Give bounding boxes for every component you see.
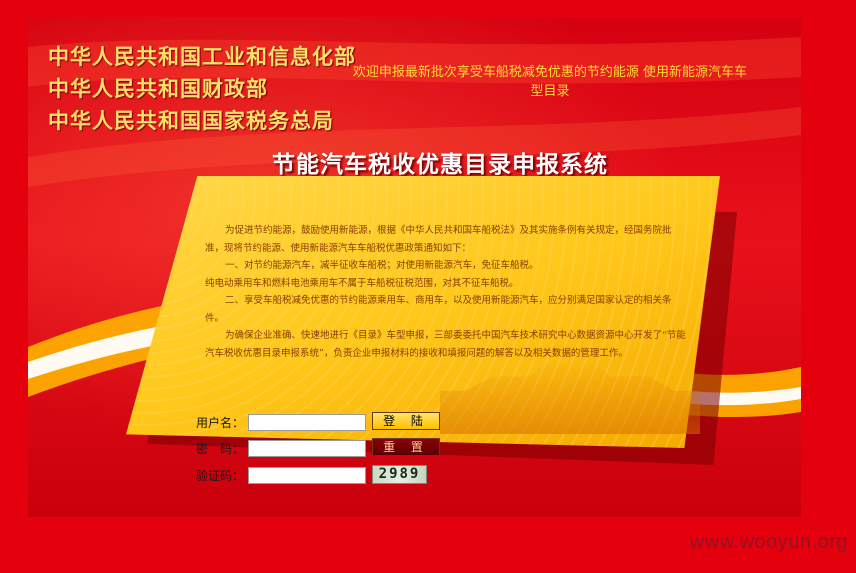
username-label: 用户名： — [196, 416, 245, 430]
policy-notice: 为促进节约能源，鼓励使用新能源，根据《中华人民共和国车船税法》及其实施条例有关规… — [205, 222, 687, 362]
login-button[interactable]: 登 陆 — [372, 412, 440, 430]
org-name-sat: 中华人民共和国国家税务总局 — [48, 109, 334, 133]
captcha-label: 验证码： — [196, 469, 245, 483]
notice-paragraph: 为确保企业准确、快速地进行《目录》车型申报，三部委委托中国汽车技术研究中心数据资… — [205, 330, 686, 359]
system-title: 节能汽车税收优惠目录申报系统 — [272, 152, 608, 178]
notice-paragraph: 二、享受车船税减免优惠的节约能源乘用车、商用车，以及使用新能源汽车，应分别满足国… — [205, 295, 672, 324]
notice-paragraph: 一、对节约能源汽车，减半征收车船税；对使用新能源汽车，免征车船税。 — [224, 260, 539, 271]
org-name-mof: 中华人民共和国财政部 — [48, 77, 268, 101]
welcome-message: 欢迎申报最新批次享受车船税减免优惠的节约能源 使用新能源汽车车型目录 — [352, 65, 748, 99]
notice-paragraph: 纯电动乘用车和燃料电池乘用车不属于车船税征税范围，对其不征车船税。 — [205, 277, 519, 289]
notice-paragraph: 为促进节约能源，鼓励使用新能源，根据《中华人民共和国车船税法》及其实施条例有关规… — [205, 225, 672, 254]
watermark: www.wooyun.org — [689, 531, 848, 553]
captcha-image[interactable]: 2989 — [372, 465, 427, 484]
password-label: 密 码： — [196, 442, 245, 456]
captcha-input[interactable] — [248, 467, 366, 484]
password-input[interactable] — [248, 440, 366, 457]
org-name-miit: 中华人民共和国工业和信息化部 — [48, 45, 356, 69]
username-input[interactable] — [248, 414, 366, 431]
reset-button[interactable]: 重 置 — [372, 438, 440, 456]
